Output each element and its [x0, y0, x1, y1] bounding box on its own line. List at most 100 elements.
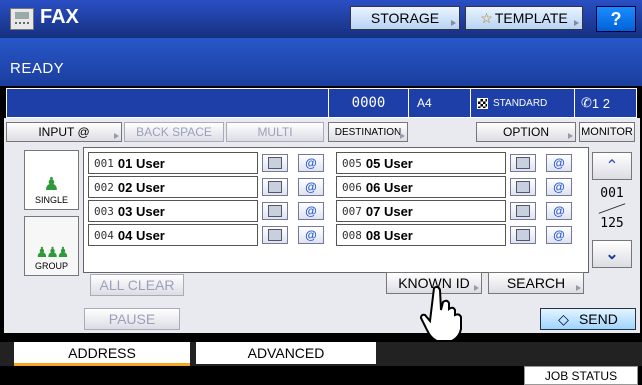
email-button[interactable]: @ [546, 202, 572, 220]
email-button[interactable]: @ [546, 226, 572, 244]
monitor-button[interactable]: MONITOR [579, 122, 635, 142]
at-icon: @ [305, 228, 317, 242]
star-icon: ☆ [480, 9, 493, 26]
diamond-icon: ◇ [558, 310, 569, 327]
storage-label: STORAGE [370, 10, 440, 26]
person-icon: ♟ [43, 174, 60, 194]
search-label: SEARCH [506, 275, 566, 291]
at-icon: @ [305, 204, 317, 218]
email-button[interactable]: @ [546, 154, 572, 172]
destination-label: DESTINATION [334, 126, 402, 138]
fax-button[interactable] [262, 178, 288, 196]
submenu-arrow-icon [474, 285, 479, 291]
entry-number: 004 [94, 228, 114, 242]
tab-single[interactable]: ♟ SINGLE [24, 150, 79, 210]
list-item[interactable]: 002 02 User [88, 176, 258, 198]
multi-button[interactable]: MULTI [226, 122, 324, 142]
phone-icon: ✆ [581, 95, 592, 110]
status-text: READY [10, 60, 65, 77]
email-button[interactable]: @ [546, 178, 572, 196]
at-icon: @ [553, 180, 565, 194]
send-button[interactable]: ◇ SEND [540, 308, 636, 330]
page-counter: 0000 [328, 88, 408, 118]
fax-button[interactable] [510, 226, 536, 244]
app-title: FAX [40, 6, 79, 28]
submenu-arrow-icon [576, 285, 581, 291]
list-item[interactable]: 001 01 User [88, 152, 258, 174]
page-current: 001 [600, 186, 624, 201]
fax-button[interactable] [510, 178, 536, 196]
storage-button[interactable]: STORAGE [350, 6, 460, 30]
submenu-arrow-icon [574, 20, 579, 26]
resolution-label: STANDARD [493, 97, 548, 109]
email-button[interactable]: @ [298, 178, 324, 196]
list-item[interactable]: 003 03 User [88, 200, 258, 222]
group-label: GROUP [34, 261, 68, 271]
group-icon: ♟♟♟ [35, 244, 70, 260]
pause-button[interactable]: PAUSE [84, 308, 180, 330]
fax-button[interactable] [510, 202, 536, 220]
entry-name: 03 User [117, 203, 165, 219]
entry-number: 005 [342, 156, 362, 170]
entry-number: 001 [94, 156, 114, 170]
status-bar [0, 38, 642, 86]
entry-name: 07 User [365, 203, 413, 219]
submenu-arrow-icon [114, 133, 119, 139]
fax-icon [516, 181, 530, 193]
line-label: 1 2 [591, 95, 610, 111]
tab-group[interactable]: ♟♟♟ GROUP [24, 216, 79, 276]
entry-name: 04 User [117, 227, 165, 243]
at-icon: @ [305, 180, 317, 194]
entry-number: 007 [342, 204, 362, 218]
hand-pointer-icon [418, 284, 468, 343]
counter-value: 0000 [351, 95, 386, 111]
list-item[interactable]: 007 07 User [336, 200, 506, 222]
template-button[interactable]: ☆ TEMPLATE [465, 6, 583, 30]
tab-address[interactable]: ADDRESS [14, 342, 190, 366]
email-button[interactable]: @ [298, 226, 324, 244]
fax-icon [10, 8, 34, 30]
fax-button[interactable] [262, 226, 288, 244]
entry-number: 008 [342, 228, 362, 242]
option-label: OPTION [502, 125, 549, 139]
email-button[interactable]: @ [298, 154, 324, 172]
list-item[interactable]: 008 08 User [336, 224, 506, 246]
fax-icon [516, 205, 530, 217]
submenu-arrow-icon [451, 20, 456, 26]
fax-button[interactable] [262, 154, 288, 172]
entry-name: 01 User [117, 155, 165, 171]
destination-button[interactable]: DESTINATION [328, 122, 408, 142]
fax-button[interactable] [510, 154, 536, 172]
paper-size: A4 [408, 88, 470, 118]
option-button[interactable]: OPTION [476, 122, 576, 142]
chevron-down-icon: ⌄ [605, 246, 619, 263]
job-status-button[interactable]: JOB STATUS [524, 366, 638, 385]
resolution-indicator: STANDARD [470, 88, 574, 118]
fax-button[interactable] [262, 202, 288, 220]
list-item[interactable]: 004 04 User [88, 224, 258, 246]
chevron-up-icon: ⌃ [605, 158, 619, 175]
at-icon: @ [305, 156, 317, 170]
submenu-arrow-icon [400, 133, 405, 139]
all-clear-button[interactable]: ALL CLEAR [90, 274, 184, 296]
email-button[interactable]: @ [298, 202, 324, 220]
scroll-down-button[interactable]: ⌄ [592, 240, 632, 268]
at-icon: @ [553, 156, 565, 170]
entry-name: 08 User [365, 227, 413, 243]
help-button[interactable]: ? [596, 6, 636, 32]
search-button[interactable]: SEARCH [488, 272, 584, 294]
entry-number: 002 [94, 180, 114, 194]
page-total: 125 [600, 216, 624, 231]
tab-advanced[interactable]: ADVANCED [196, 342, 376, 364]
backspace-button[interactable]: BACK SPACE [124, 122, 224, 142]
list-item[interactable]: 005 05 User [336, 152, 506, 174]
template-label: TEMPLATE [494, 10, 568, 26]
list-item[interactable]: 006 06 User [336, 176, 506, 198]
entry-number: 003 [94, 204, 114, 218]
entry-name: 06 User [365, 179, 413, 195]
job-status-label: JOB STATUS [544, 368, 618, 383]
input-email-button[interactable]: INPUT @ [6, 122, 122, 142]
entry-name: 02 User [117, 179, 165, 195]
fax-icon [268, 181, 282, 193]
scroll-up-button[interactable]: ⌃ [592, 152, 632, 180]
